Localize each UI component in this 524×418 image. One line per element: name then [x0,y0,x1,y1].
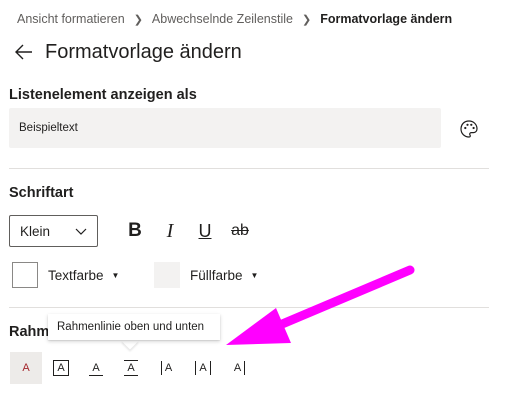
left-border-icon: A [160,361,175,375]
font-label: Schriftart [9,185,74,201]
sample-text-field[interactable]: Beispieltext [9,108,441,148]
no-border-icon: A [22,362,30,374]
border-option-left[interactable]: A [152,352,184,384]
breadcrumb-item-abwechselnde-zeilenstile[interactable]: Abwechselnde Zeilenstile [152,12,293,26]
panel-header: Formatvorlage ändern [13,38,242,66]
fill-color-swatch[interactable] [154,262,180,288]
box-border-icon: A [53,360,69,376]
italic-button[interactable]: I [155,217,185,245]
breadcrumb: Ansicht formatieren ❯ Abwechselnde Zeile… [17,10,452,28]
divider [9,307,489,308]
text-color-button[interactable]: Textfarbe ▼ [48,268,119,283]
divider [9,168,489,169]
font-size-dropdown[interactable]: Klein [9,215,98,247]
palette-icon[interactable] [458,118,480,140]
border-option-top-bottom[interactable]: A [115,352,147,384]
right-border-icon: A [231,361,246,375]
border-option-bottom[interactable]: A [80,352,112,384]
fill-color-button[interactable]: Füllfarbe ▼ [190,268,258,283]
border-option-left-right[interactable]: A [187,352,219,384]
underline-button[interactable]: U [190,217,220,245]
bold-button[interactable]: B [120,217,150,245]
bottom-border-icon: A [89,361,103,376]
border-option-box[interactable]: A [45,352,77,384]
chevron-right-icon: ❯ [301,13,312,26]
display-as-label: Listenelement anzeigen als [9,87,197,103]
breadcrumb-current: Formatvorlage ändern [320,12,453,26]
breadcrumb-item-ansicht-formatieren[interactable]: Ansicht formatieren [17,12,125,26]
fill-color-label: Füllfarbe [190,268,243,283]
chevron-down-icon [75,225,87,237]
border-option-none[interactable]: A [10,352,42,384]
text-color-label: Textfarbe [48,268,104,283]
chevron-right-icon: ❯ [133,13,143,26]
top-bottom-border-icon: A [124,360,138,376]
strikethrough-button[interactable]: ab [225,217,255,245]
left-right-border-icon: A [195,361,211,375]
font-size-value: Klein [20,223,51,239]
arrow-left-icon[interactable] [13,41,35,63]
caret-down-icon: ▼ [250,271,259,280]
border-option-right[interactable]: A [222,352,254,384]
caret-down-icon: ▼ [111,271,120,280]
tooltip: Rahmenlinie oben und unten [48,314,220,340]
page-title: Formatvorlage ändern [45,40,242,63]
text-color-swatch[interactable] [12,262,38,288]
